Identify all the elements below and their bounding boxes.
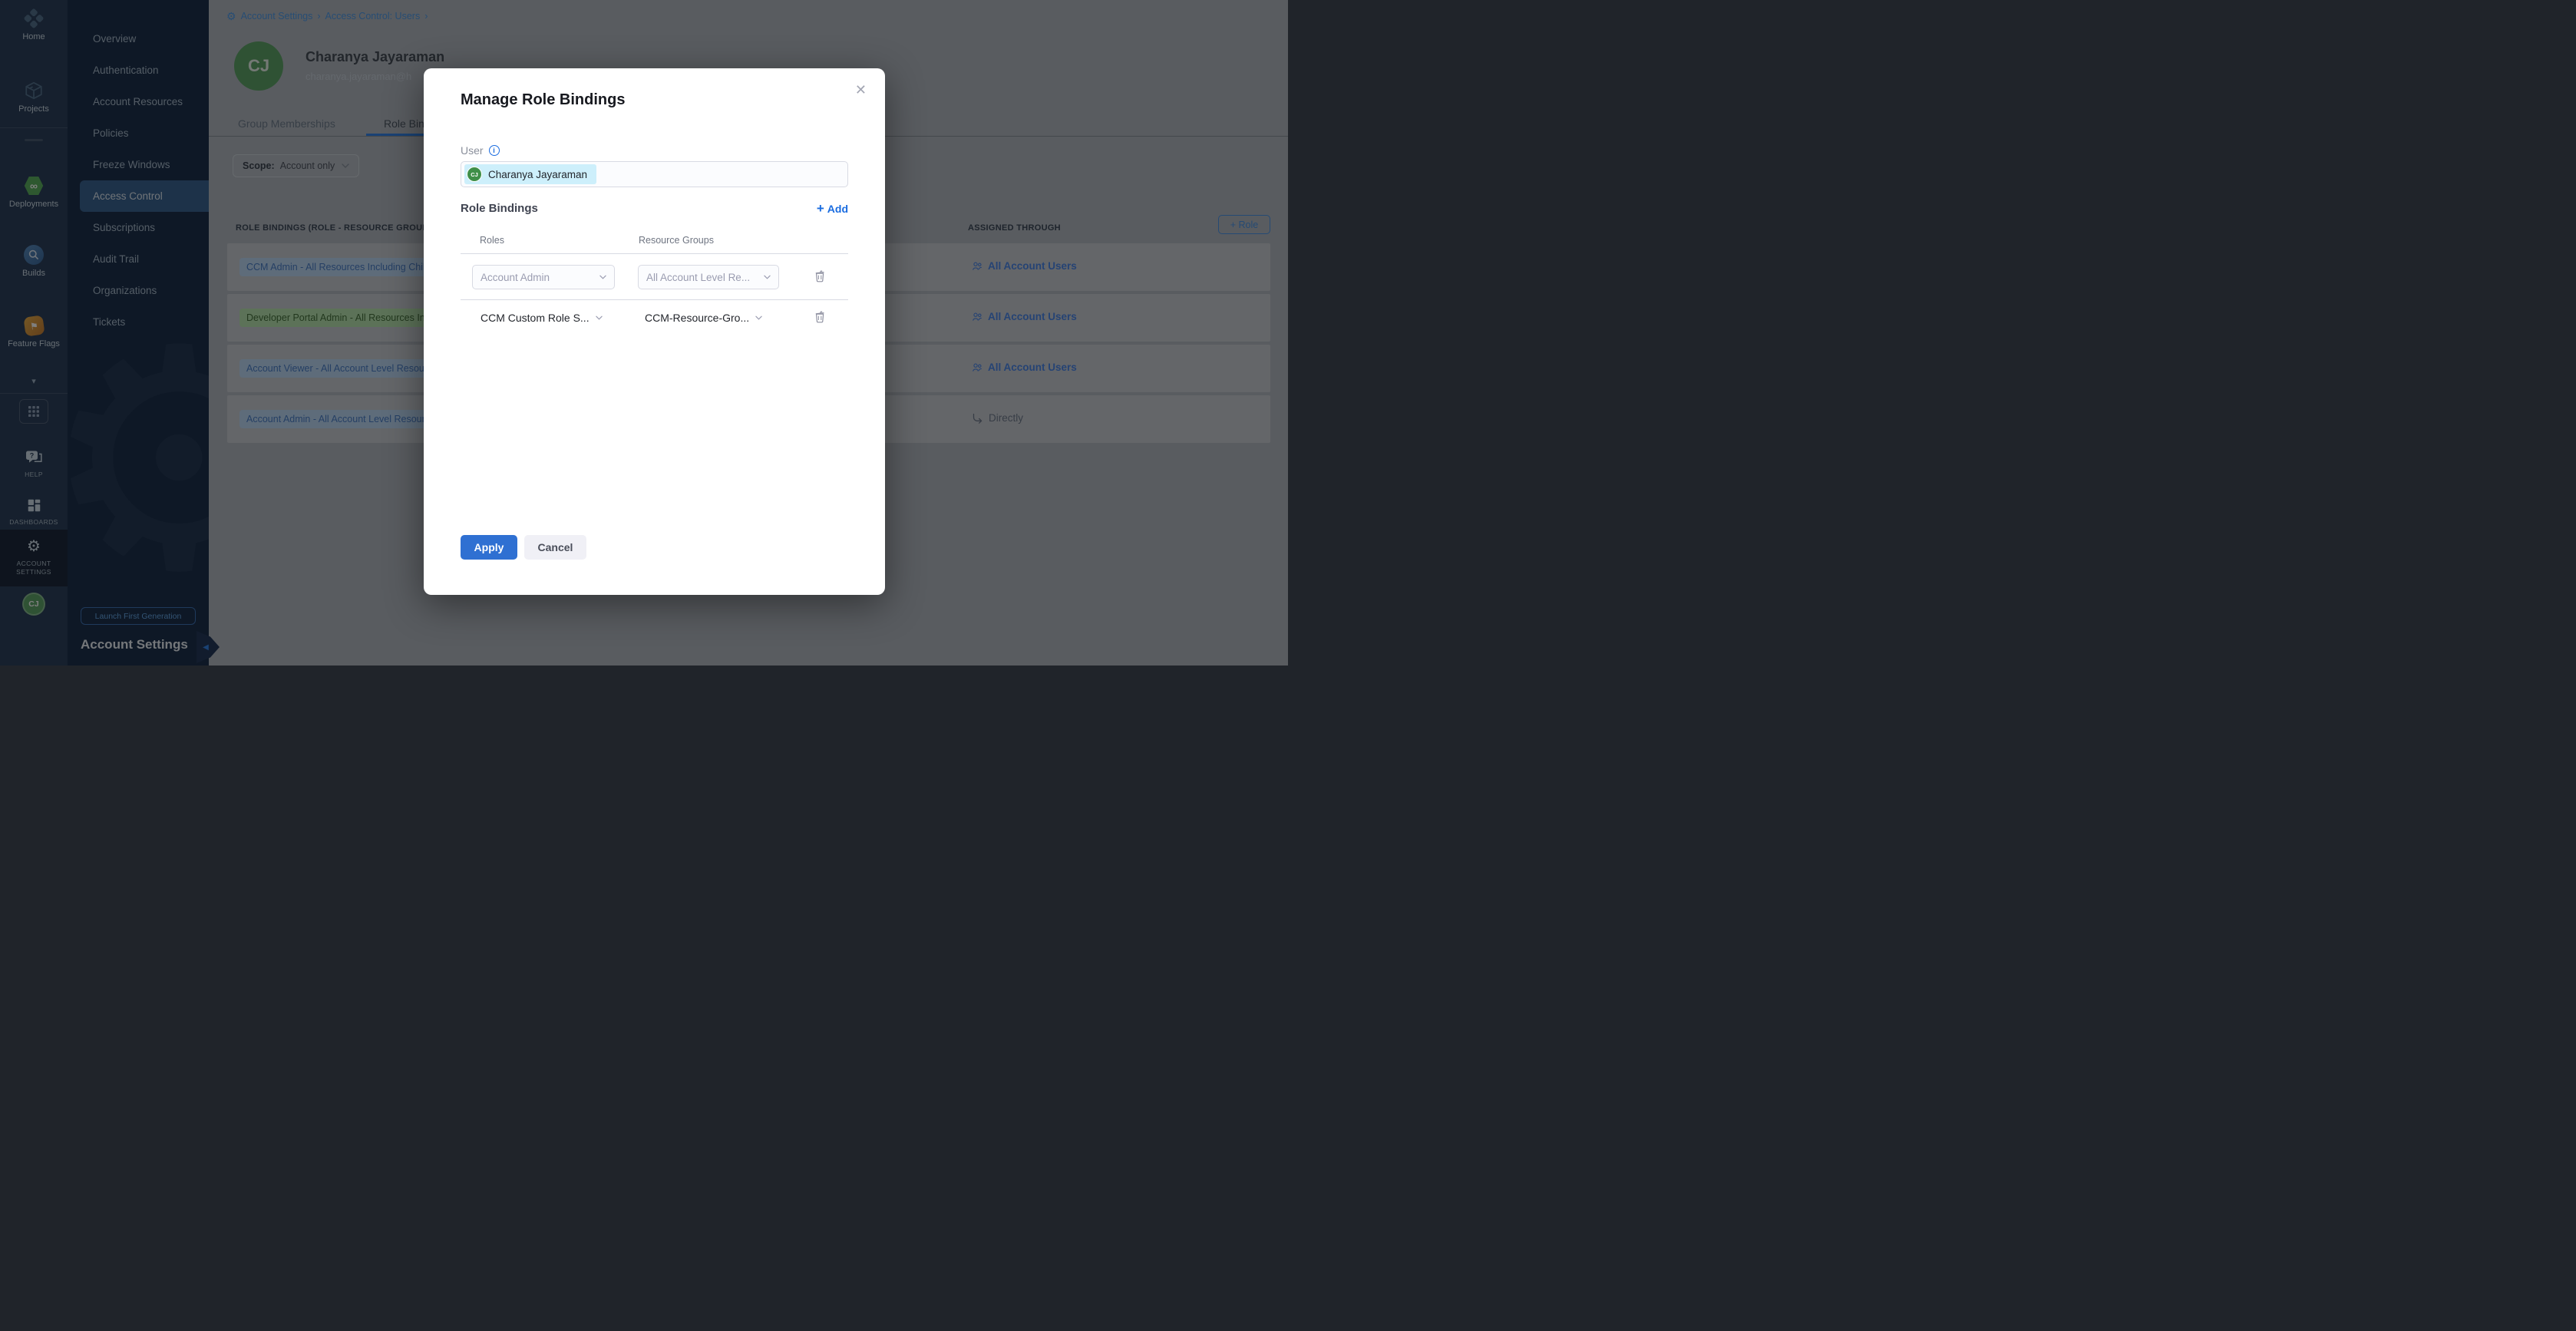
user-field-label: User i: [461, 144, 500, 157]
apply-button[interactable]: Apply: [461, 535, 517, 560]
modal-title: Manage Role Bindings: [461, 91, 625, 109]
user-select-input[interactable]: CJ Charanya Jayaraman: [461, 161, 848, 187]
trash-icon: [814, 269, 826, 282]
user-chip: CJ Charanya Jayaraman: [464, 164, 596, 184]
chevron-down-icon: [764, 275, 771, 279]
divider: [461, 253, 848, 254]
chevron-down-icon: [755, 315, 762, 320]
resource-group-select-row2[interactable]: CCM-Resource-Gro...: [645, 306, 762, 330]
chevron-down-icon: [599, 275, 606, 279]
cancel-button[interactable]: Cancel: [524, 535, 586, 560]
info-icon[interactable]: i: [489, 145, 500, 156]
delete-binding-button[interactable]: [811, 268, 828, 286]
divider: [461, 299, 848, 300]
manage-role-bindings-modal: ✕ Manage Role Bindings User i CJ Charany…: [424, 68, 885, 595]
delete-binding-button[interactable]: [811, 309, 828, 327]
trash-icon: [814, 310, 826, 323]
avatar: CJ: [467, 167, 482, 182]
role-select-row1[interactable]: Account Admin: [472, 265, 615, 289]
role-bindings-section-header: Role Bindings + Add: [461, 202, 848, 215]
section-title: Role Bindings: [461, 202, 538, 215]
plus-icon: +: [817, 202, 824, 215]
close-icon[interactable]: ✕: [852, 79, 870, 101]
chevron-down-icon: [596, 315, 603, 320]
role-select-row2[interactable]: CCM Custom Role S...: [481, 306, 603, 330]
resource-group-select-row1[interactable]: All Account Level Re...: [638, 265, 779, 289]
resource-groups-column-label: Resource Groups: [639, 235, 714, 246]
app-root: Home Projects ∞ Deployments Builds ⚑: [0, 0, 1288, 666]
roles-column-label: Roles: [480, 235, 504, 246]
add-binding-button[interactable]: + Add: [817, 202, 848, 215]
